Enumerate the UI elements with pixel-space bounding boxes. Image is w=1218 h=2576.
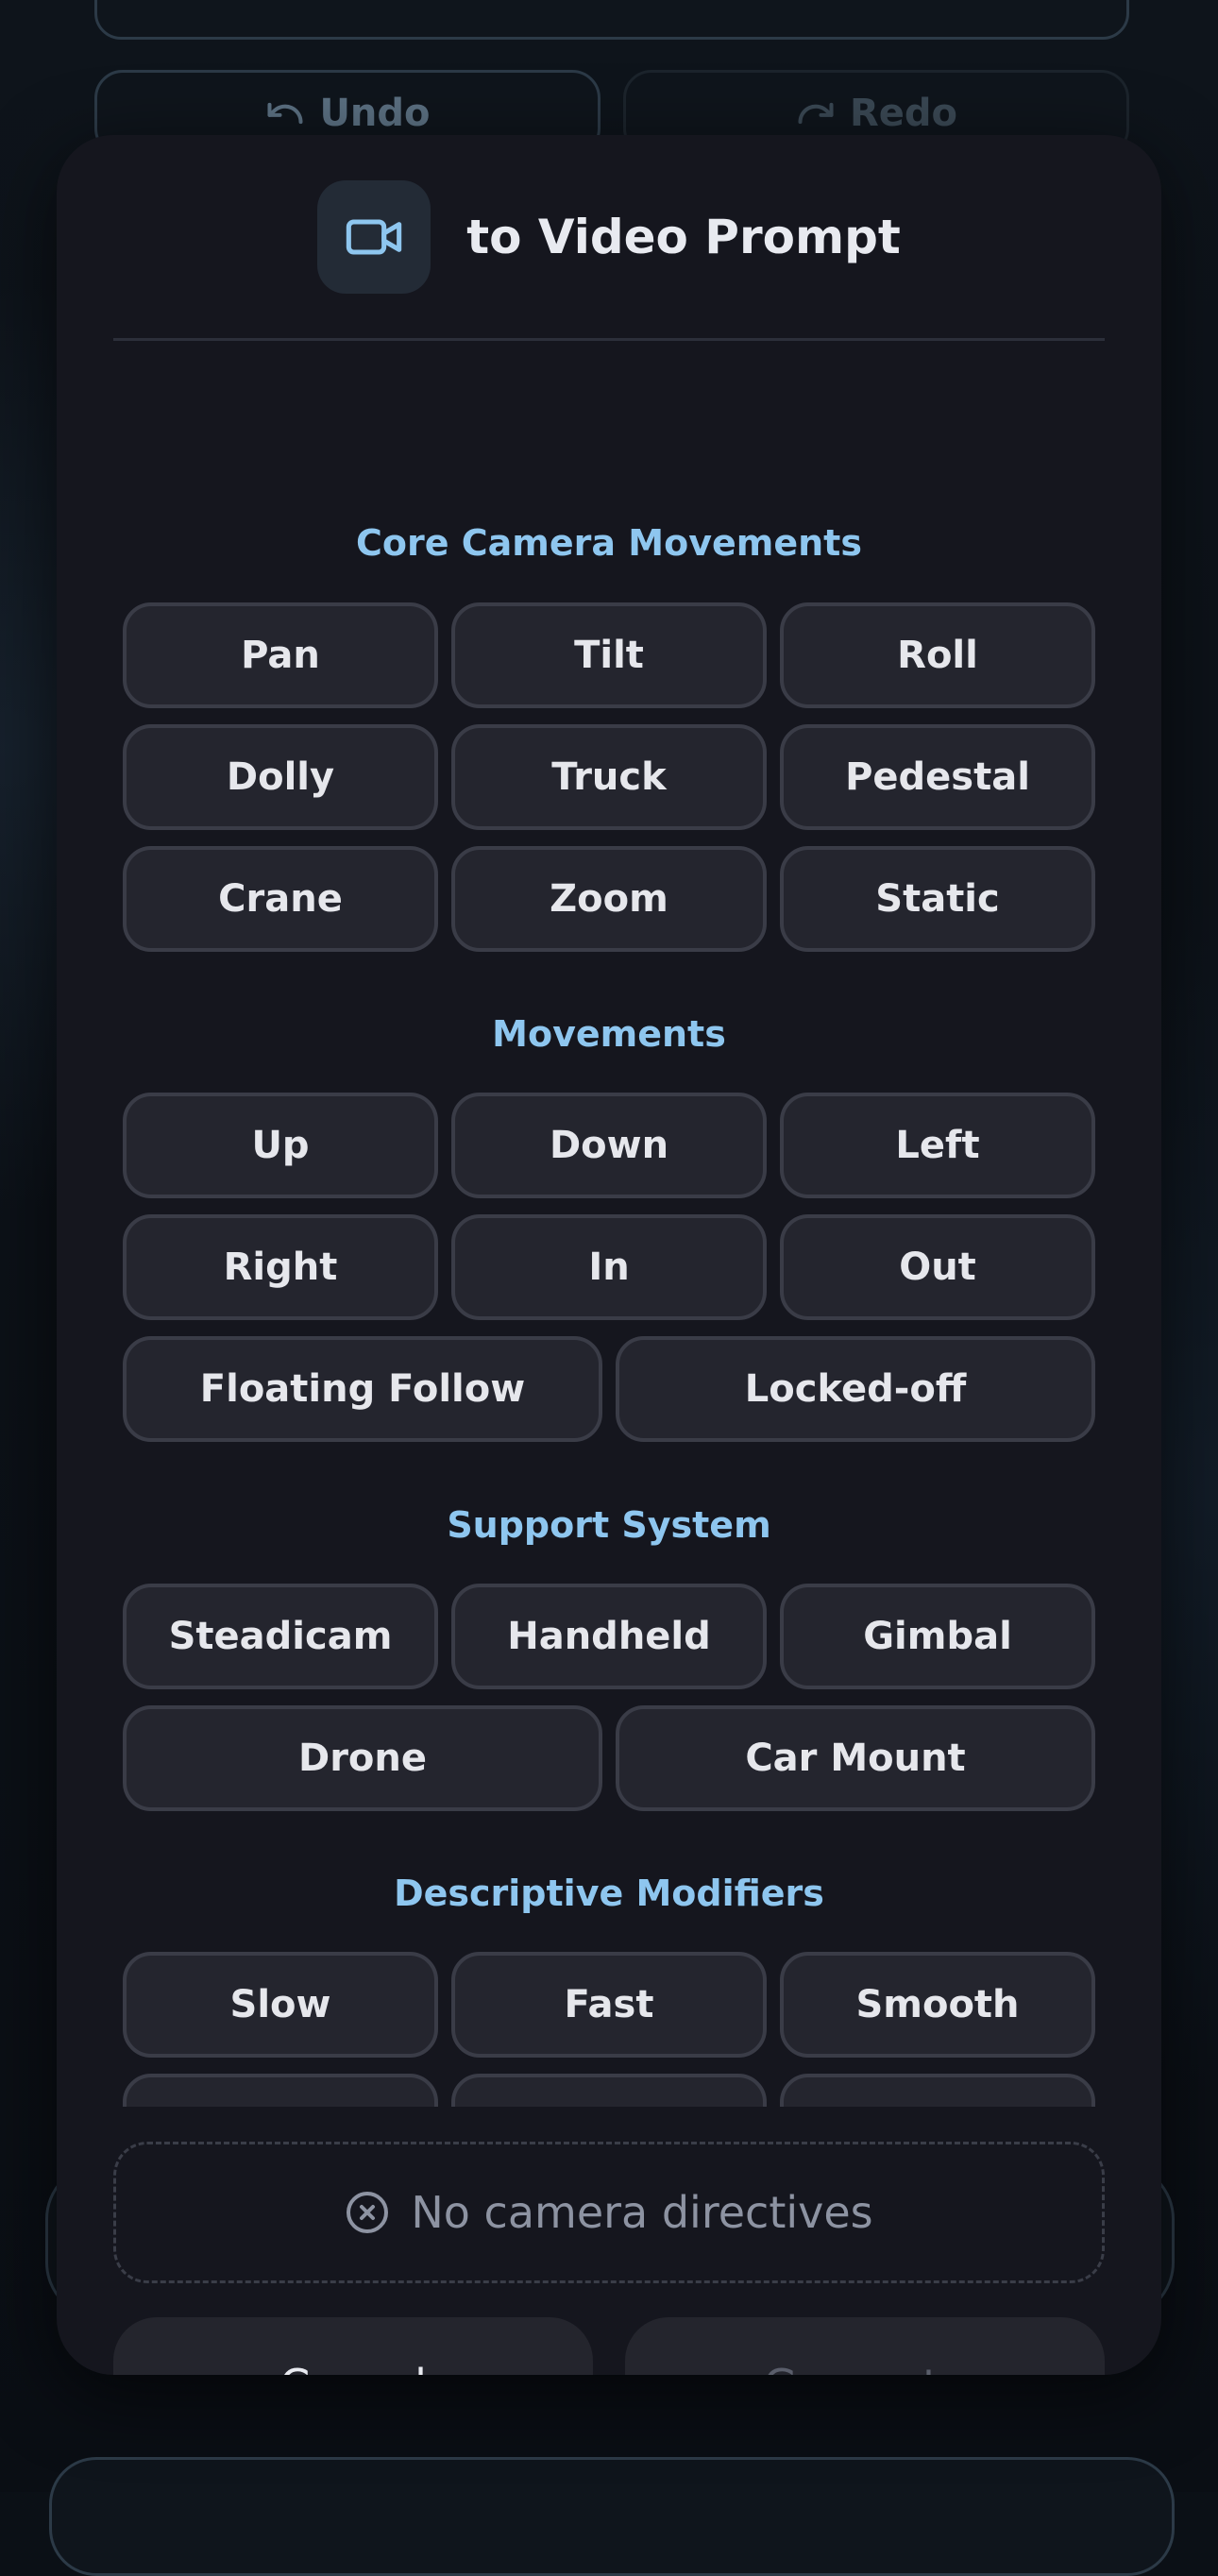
status-text: No camera directives (411, 2187, 873, 2238)
option-handheld[interactable]: Handheld (451, 1584, 767, 1689)
option-gimbal[interactable]: Gimbal (780, 1584, 1095, 1689)
option-static[interactable]: Static (780, 846, 1095, 952)
section-title-movements: Movements (492, 1013, 726, 1055)
header-icon-container (317, 180, 431, 294)
option-steadicam[interactable]: Steadicam (123, 1584, 438, 1689)
option-fast[interactable]: Fast (451, 1952, 767, 2058)
option-right[interactable]: Right (123, 1214, 438, 1320)
option-car-mount[interactable]: Car Mount (616, 1705, 1095, 1811)
option-crane[interactable]: Crane (123, 846, 438, 952)
modal-header: to Video Prompt (57, 135, 1161, 339)
cancel-button[interactable]: Cancel (113, 2317, 593, 2375)
option-drone[interactable]: Drone (123, 1705, 602, 1811)
generate-button[interactable]: Generate (625, 2317, 1105, 2375)
close-circle-icon (347, 2192, 389, 2233)
option-partial[interactable] (451, 2074, 767, 2107)
option-out[interactable]: Out (780, 1214, 1095, 1320)
section-title-descriptive-modifiers: Descriptive Modifiers (394, 1873, 824, 1914)
option-dolly[interactable]: Dolly (123, 724, 438, 830)
option-up[interactable]: Up (123, 1093, 438, 1198)
option-slow[interactable]: Slow (123, 1952, 438, 2058)
redo-icon (798, 102, 834, 125)
background-bottom-panel (49, 2457, 1175, 2576)
option-down[interactable]: Down (451, 1093, 767, 1198)
option-pan[interactable]: Pan (123, 602, 438, 708)
option-tilt[interactable]: Tilt (451, 602, 767, 708)
directives-status-box: No camera directives (113, 2142, 1105, 2283)
options-scroll-area[interactable]: Core Camera Movements Pan Tilt Roll Doll… (57, 341, 1161, 2107)
option-zoom[interactable]: Zoom (451, 846, 767, 952)
option-pedestal[interactable]: Pedestal (780, 724, 1095, 830)
section-title-support-system: Support System (447, 1504, 771, 1546)
option-floating-follow[interactable]: Floating Follow (123, 1336, 602, 1442)
video-prompt-modal: to Video Prompt Core Camera Movements Pa… (57, 135, 1161, 2375)
modal-title: to Video Prompt (466, 210, 901, 264)
option-locked-off[interactable]: Locked-off (616, 1336, 1095, 1442)
option-partial[interactable] (123, 2074, 438, 2107)
option-smooth[interactable]: Smooth (780, 1952, 1095, 2058)
background-input-field (94, 0, 1129, 40)
option-roll[interactable]: Roll (780, 602, 1095, 708)
undo-icon (267, 102, 303, 125)
option-truck[interactable]: Truck (451, 724, 767, 830)
redo-label: Redo (849, 92, 958, 135)
section-title-core-camera-movements: Core Camera Movements (356, 522, 862, 564)
video-camera-icon (347, 219, 402, 255)
option-left[interactable]: Left (780, 1093, 1095, 1198)
option-in[interactable]: In (451, 1214, 767, 1320)
option-partial[interactable] (780, 2074, 1095, 2107)
undo-label: Undo (319, 92, 431, 135)
